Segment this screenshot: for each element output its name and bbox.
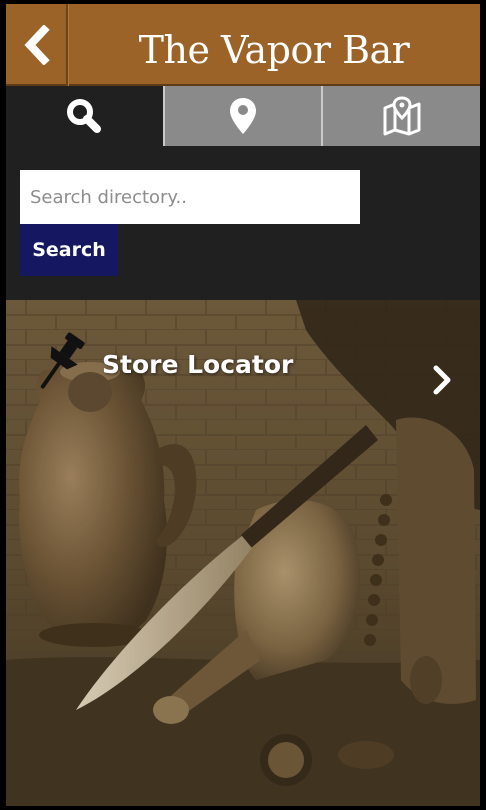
map-pin-icon bbox=[230, 98, 256, 134]
search-input[interactable] bbox=[20, 170, 360, 224]
search-button[interactable]: Search bbox=[20, 224, 118, 276]
tab-map[interactable] bbox=[321, 86, 480, 146]
app-header: The Vapor Bar bbox=[6, 4, 480, 86]
back-button[interactable] bbox=[6, 4, 68, 86]
chevron-right-icon bbox=[433, 365, 451, 395]
store-locator-banner[interactable]: Store Locator bbox=[6, 300, 480, 806]
chevron-left-icon bbox=[24, 25, 50, 65]
search-section: Search bbox=[6, 146, 480, 300]
app-frame: The Vapor Bar Search directory.. Search … bbox=[6, 4, 480, 806]
map-icon bbox=[383, 96, 421, 136]
page-title: The Vapor Bar bbox=[138, 28, 410, 72]
search-icon bbox=[67, 99, 102, 133]
tab-location[interactable] bbox=[162, 86, 322, 146]
store-locator-label: Store Locator bbox=[102, 350, 294, 379]
tab-bar bbox=[6, 86, 480, 146]
push-pin-icon bbox=[40, 332, 85, 389]
tab-search[interactable] bbox=[6, 86, 163, 146]
